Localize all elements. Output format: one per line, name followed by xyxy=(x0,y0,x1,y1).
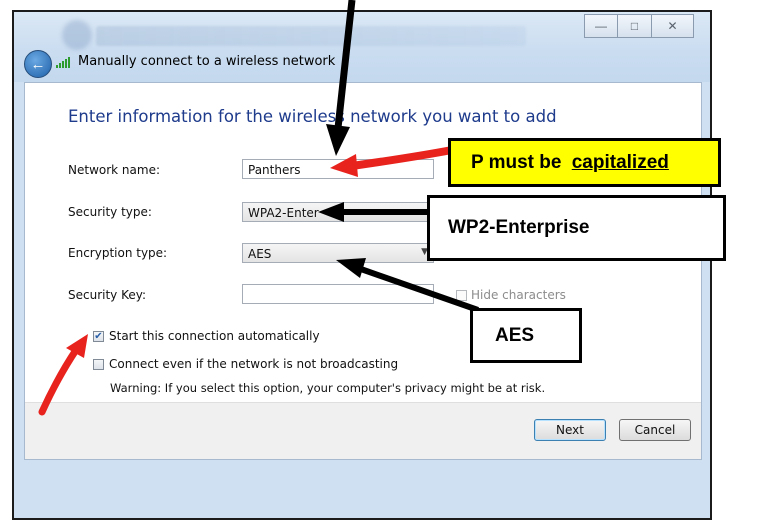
callout-network-name: P must be capitalized xyxy=(448,138,721,187)
callout-network-name-text: P must be xyxy=(471,151,567,173)
red-arrow-start-auto-icon xyxy=(38,334,88,416)
callout-encryption-text: AES xyxy=(495,324,535,346)
callout-encryption: AES xyxy=(470,308,582,363)
callout-network-name-emph: capitalized xyxy=(571,151,669,173)
red-arrow-network-name-icon xyxy=(330,146,456,177)
black-arrow-security-type-icon xyxy=(318,202,430,222)
black-arrow-encryption-icon xyxy=(336,258,479,313)
callout-security-type-text: WP2-Enterprise xyxy=(448,217,590,238)
black-arrow-network-icon xyxy=(326,0,356,156)
annotation-arrows xyxy=(38,0,479,416)
callout-security-type: WP2-Enterprise xyxy=(427,195,726,261)
